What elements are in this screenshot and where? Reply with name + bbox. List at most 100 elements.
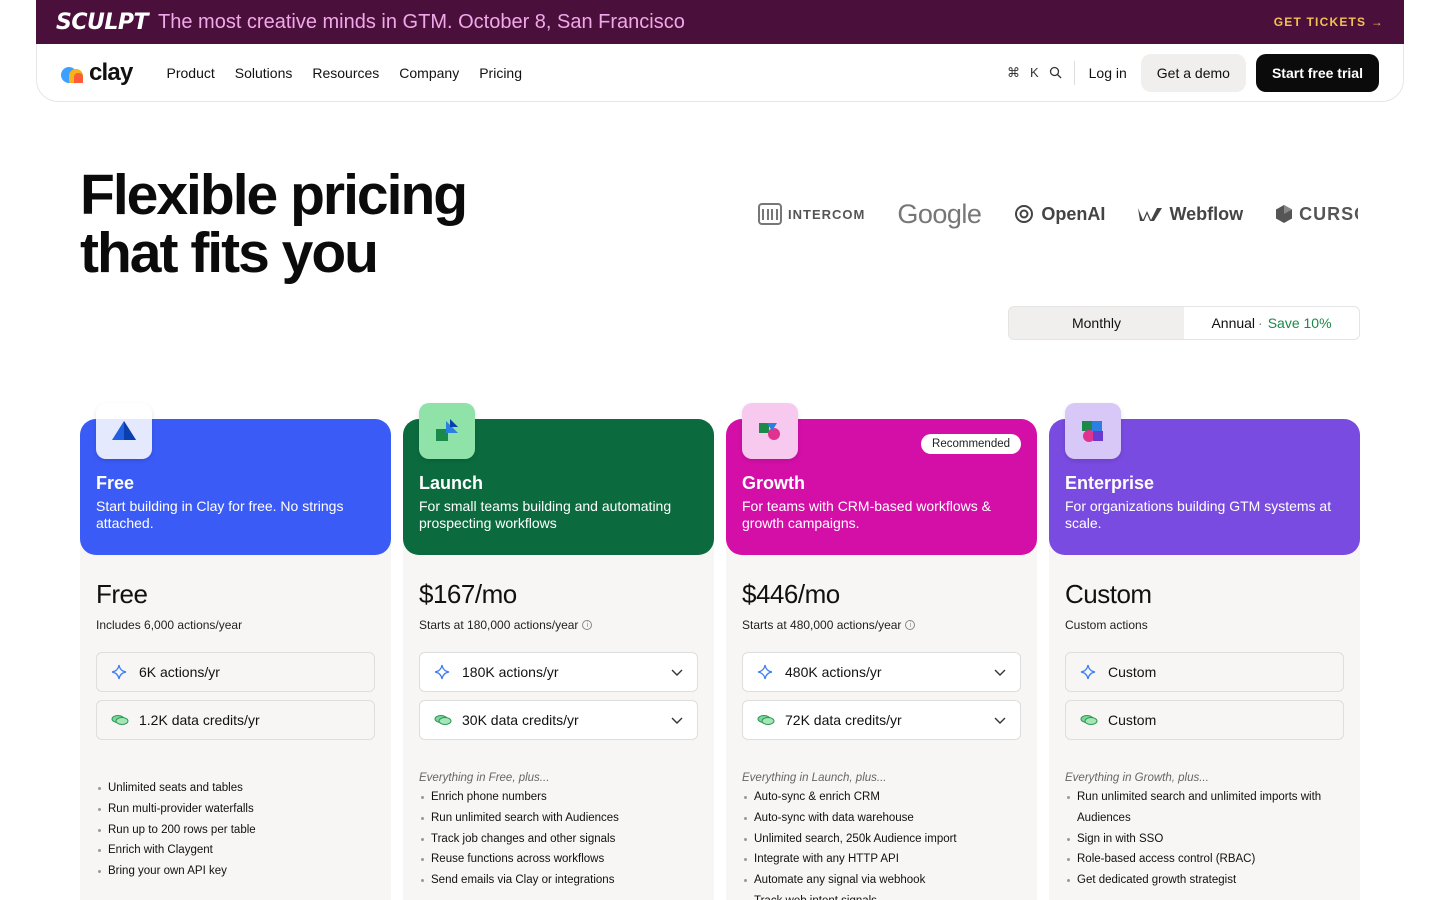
- webflow-logo: Webflow: [1137, 204, 1243, 225]
- top-navigation: clay Product Solutions Resources Company…: [36, 44, 1404, 102]
- sparkle-icon: [757, 664, 775, 680]
- get-demo-button[interactable]: Get a demo: [1140, 53, 1246, 92]
- chevron-down-icon: [671, 712, 683, 728]
- feature-item[interactable]: Reuse functions across workflows: [419, 849, 698, 870]
- plan-card-launch: Launch For small teams building and auto…: [403, 403, 714, 900]
- feature-item[interactable]: Run unlimited search and unlimited impor…: [1065, 787, 1344, 829]
- feature-item[interactable]: Run unlimited search with Audiences: [419, 808, 698, 829]
- plan-card-growth: Recommended Growth For teams with CRM-ba…: [726, 403, 1037, 900]
- credits-select[interactable]: 30K data credits/yr: [419, 700, 698, 740]
- info-icon[interactable]: i: [905, 620, 916, 630]
- annual-save-label: Save 10%: [1267, 315, 1332, 331]
- feature-item[interactable]: Track job changes and other signals: [419, 829, 698, 850]
- event-banner[interactable]: SCULPT The most creative minds in GTM. O…: [36, 0, 1404, 44]
- plan-actions-subtext: Starts at 480,000 actions/year i: [742, 618, 1021, 632]
- plan-actions-subtext: Starts at 180,000 actions/year i: [419, 618, 698, 632]
- feature-item: Unlimited seats and tables: [96, 778, 375, 799]
- plan-actions-subtext: Custom actions: [1065, 618, 1344, 632]
- monthly-option[interactable]: Monthly: [1009, 307, 1184, 339]
- actions-display: Custom: [1065, 652, 1344, 692]
- plan-card-enterprise: Enterprise For organizations building GT…: [1049, 403, 1360, 900]
- intercom-wordmark: INTERCOM: [788, 206, 866, 222]
- search-shortcut[interactable]: ⌘ K: [1007, 60, 1075, 85]
- sparkle-icon: [434, 664, 452, 680]
- feature-item: Automate any signal via webhook: [742, 870, 1021, 891]
- brand-name: clay: [89, 58, 133, 86]
- sparkle-icon: [111, 664, 129, 680]
- feature-list: Everything in Launch, plus... Auto-sync …: [742, 772, 1021, 900]
- credits-value: 72K data credits/yr: [785, 712, 902, 728]
- feature-item: Integrate with any HTTP API: [742, 849, 1021, 870]
- annual-option[interactable]: Annual · Save 10%: [1184, 307, 1359, 339]
- launch-plan-icon: [419, 403, 475, 459]
- feature-intro: Everything in Launch, plus...: [742, 772, 887, 784]
- plan-subtext: Starts at 180,000 actions/year: [419, 618, 579, 632]
- feature-item: Run multi-provider waterfalls: [96, 799, 375, 820]
- page-title-line-1: Flexible pricing: [80, 163, 468, 227]
- credits-value: 30K data credits/yr: [462, 712, 579, 728]
- actions-value: 180K actions/yr: [462, 664, 559, 680]
- plan-name: Launch: [419, 473, 484, 493]
- credits-value: 1.2K data credits/yr: [139, 712, 260, 728]
- chevron-down-icon: [671, 664, 683, 680]
- plan-price: $167/mo: [419, 579, 517, 609]
- feature-item: Track web intent signals: [742, 891, 1021, 900]
- billing-toggle: Monthly Annual · Save 10%: [1008, 306, 1360, 340]
- customer-logos: INTERCOM Google OpenAI Webflow CURSOR: [758, 196, 1358, 232]
- feature-list: Everything in Free, plus... Enrich phone…: [419, 772, 698, 891]
- nav-resources[interactable]: Resources: [312, 65, 379, 81]
- plan-header: Enterprise For organizations building GT…: [1049, 403, 1360, 555]
- growth-plan-icon: [742, 403, 798, 459]
- nav-pricing[interactable]: Pricing: [479, 65, 522, 81]
- feature-list: Unlimited seats and tables Run multi-pro…: [96, 778, 375, 882]
- start-trial-button[interactable]: Start free trial: [1255, 53, 1379, 92]
- feature-list: Everything in Growth, plus... Run unlimi…: [1065, 772, 1344, 891]
- actions-value: 6K actions/yr: [139, 664, 220, 680]
- cursor-wordmark: CURSOR: [1299, 203, 1358, 224]
- plan-subtext: Starts at 480,000 actions/year: [742, 618, 902, 632]
- intercom-logo: INTERCOM: [758, 203, 865, 225]
- plan-price: Custom: [1065, 579, 1152, 609]
- webflow-icon: [1138, 208, 1163, 221]
- coins-icon: [111, 713, 129, 727]
- webflow-wordmark: Webflow: [1169, 203, 1244, 224]
- chevron-down-icon: [994, 664, 1006, 680]
- k-key: K: [1029, 65, 1039, 80]
- openai-wordmark: OpenAI: [1041, 203, 1106, 224]
- nav-company[interactable]: Company: [399, 65, 459, 81]
- credits-select[interactable]: 72K data credits/yr: [742, 700, 1021, 740]
- enterprise-plan-icon: [1065, 403, 1121, 459]
- plan-name: Growth: [742, 473, 805, 493]
- plan-price: Free: [96, 579, 148, 609]
- feature-item: Sign in with SSO: [1065, 829, 1344, 850]
- actions-select[interactable]: 180K actions/yr: [419, 652, 698, 692]
- coins-icon: [757, 713, 775, 727]
- coins-icon: [1080, 713, 1098, 727]
- get-tickets-link[interactable]: GET TICKETS →: [1274, 15, 1384, 29]
- sparkle-icon: [1080, 664, 1098, 680]
- actions-select[interactable]: 480K actions/yr: [742, 652, 1021, 692]
- free-plan-icon: [96, 403, 152, 459]
- feature-item[interactable]: Unlimited search, 250k Audience import: [742, 829, 1021, 850]
- cursor-icon: [1276, 205, 1293, 223]
- plan-card-free: Free Start building in Clay for free. No…: [80, 403, 391, 900]
- coins-icon: [434, 713, 452, 727]
- clay-logo[interactable]: clay: [61, 59, 133, 87]
- plan-header: Launch For small teams building and auto…: [403, 403, 714, 555]
- openai-logo: OpenAI: [1013, 203, 1105, 225]
- openai-icon: [1015, 205, 1034, 223]
- info-icon[interactable]: i: [582, 620, 593, 630]
- nav-solutions[interactable]: Solutions: [235, 65, 293, 81]
- plan-name: Free: [96, 473, 135, 493]
- feature-item: Auto-sync & enrich CRM: [742, 787, 1021, 808]
- plan-subtext: Includes 6,000 actions/year: [96, 618, 243, 632]
- feature-item[interactable]: Send emails via Clay or integrations: [419, 870, 698, 891]
- search-icon: [1049, 66, 1062, 79]
- feature-intro: Everything in Free, plus...: [419, 772, 550, 784]
- nav-product[interactable]: Product: [167, 65, 215, 81]
- feature-item: Run up to 200 rows per table: [96, 820, 375, 841]
- credits-display: 1.2K data credits/yr: [96, 700, 375, 740]
- feature-item[interactable]: Enrich with Claygent: [96, 840, 375, 861]
- annual-label: Annual: [1211, 315, 1256, 331]
- login-link[interactable]: Log in: [1089, 65, 1127, 81]
